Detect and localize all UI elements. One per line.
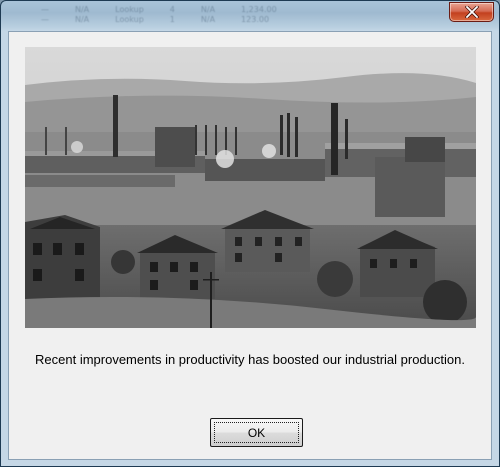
background-cell: Lookup: [115, 15, 144, 24]
background-cell: 1: [169, 15, 175, 24]
industrial-town-photo: [25, 47, 476, 328]
background-cell: Lookup: [115, 5, 144, 14]
background-cell: N/A: [200, 15, 216, 24]
close-icon: [464, 6, 479, 18]
message-text: Recent improvements in productivity has …: [35, 352, 465, 367]
close-button[interactable]: [449, 2, 494, 22]
background-cell: —: [41, 5, 49, 14]
background-cell: 4: [169, 5, 175, 14]
background-row: — N/A Lookup 4 N/A 1,234.00: [41, 5, 419, 14]
background-cell: 123.00: [241, 15, 270, 24]
background-row: — N/A Lookup 1 N/A 123.00: [41, 15, 419, 24]
focus-rectangle: [214, 422, 299, 443]
dialog-client-area: Recent improvements in productivity has …: [8, 31, 492, 460]
dialog-window: — N/A Lookup 4 N/A 1,234.00 — N/A Lookup…: [0, 0, 500, 467]
title-bar[interactable]: — N/A Lookup 4 N/A 1,234.00 — N/A Lookup…: [1, 1, 499, 25]
background-cell: N/A: [75, 15, 90, 24]
background-cell: N/A: [200, 5, 216, 14]
background-cell: —: [41, 15, 49, 24]
background-cell: N/A: [75, 5, 90, 14]
background-cell: 1,234.00: [241, 5, 277, 14]
ok-button[interactable]: OK: [210, 418, 303, 447]
